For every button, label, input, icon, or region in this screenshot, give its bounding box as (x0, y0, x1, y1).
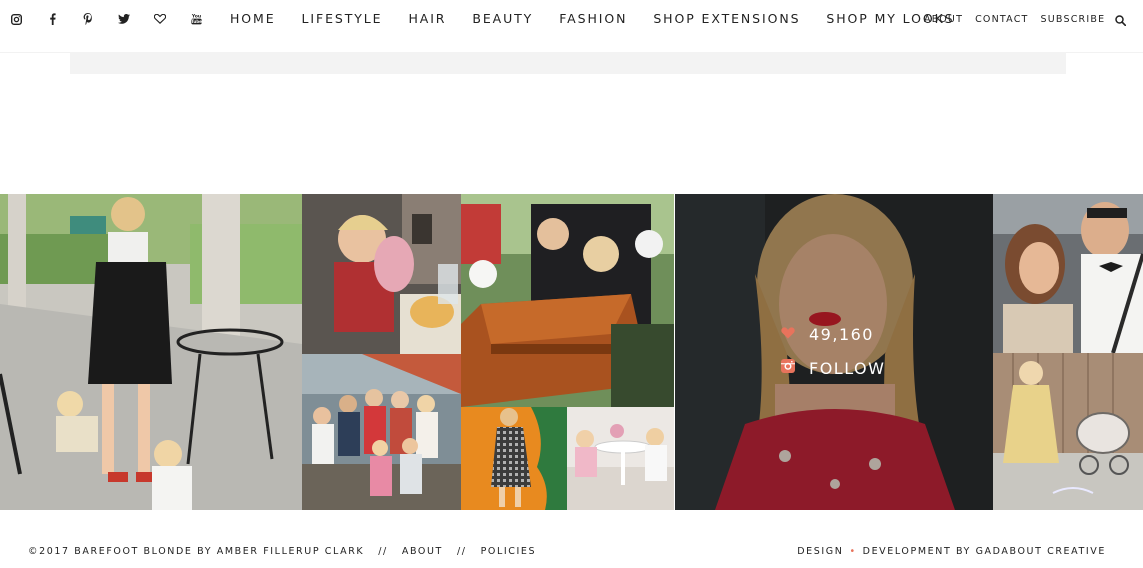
instagram-icon[interactable] (8, 11, 24, 27)
menu-item-fashion[interactable]: FASHION (559, 11, 627, 26)
credit-design: DESIGN (797, 546, 844, 557)
credit-dot: • (849, 546, 857, 557)
menu-item-shop-extensions[interactable]: SHOP EXTENSIONS (653, 11, 800, 26)
youtube-icon[interactable]: You Tube (188, 11, 204, 27)
credit-development: DEVELOPMENT BY GADABOUT CREATIVE (862, 546, 1106, 557)
heart-icon[interactable] (152, 11, 168, 27)
instagram-photo[interactable] (302, 354, 461, 510)
menu-item-home[interactable]: HOME (230, 11, 276, 26)
menu-item-about[interactable]: ABOUT (924, 14, 963, 25)
twitter-icon[interactable] (116, 11, 132, 27)
menu-item-contact[interactable]: CONTACT (975, 14, 1028, 25)
main-menu: HOME LIFESTYLE HAIR BEAUTY FASHION SHOP … (230, 11, 981, 26)
instagram-photo[interactable] (993, 353, 1143, 510)
footer-left: ©2017 BAREFOOT BLONDE BY AMBER FILLERUP … (28, 546, 536, 557)
secondary-menu: ABOUT CONTACT SUBSCRIBE (924, 14, 1117, 25)
footer: ©2017 BAREFOOT BLONDE BY AMBER FILLERUP … (0, 510, 1143, 568)
instagram-photo[interactable] (461, 407, 567, 510)
menu-item-beauty[interactable]: BEAUTY (472, 11, 533, 26)
top-navigation: You Tube HOME LIFESTYLE HAIR BEAUTY FASHI… (0, 0, 1143, 53)
copyright-text: ©2017 BAREFOOT BLONDE BY AMBER FILLERUP … (28, 546, 365, 557)
instagram-photo[interactable] (302, 194, 461, 354)
footer-separator: // (378, 546, 388, 557)
footer-separator: // (456, 546, 467, 557)
instagram-photo[interactable] (993, 194, 1143, 353)
instagram-icon (781, 359, 795, 378)
follow-label: FOLLOW (809, 359, 886, 378)
likes-value: 49,160 (809, 325, 874, 344)
footer-link-policies[interactable]: POLICIES (481, 546, 537, 557)
search-icon[interactable] (1115, 13, 1127, 31)
content-banner (70, 52, 1066, 74)
heart-icon (781, 326, 795, 344)
menu-item-lifestyle[interactable]: LIFESTYLE (302, 11, 383, 26)
instagram-photo[interactable] (461, 194, 674, 407)
follow-button[interactable]: FOLLOW (781, 359, 885, 378)
instagram-overlay: 49,160 FOLLOW (675, 194, 993, 510)
footer-credit[interactable]: DESIGN • DEVELOPMENT BY GADABOUT CREATIV… (797, 546, 1106, 557)
svg-text:Tube: Tube (191, 19, 202, 24)
instagram-photo[interactable] (0, 194, 302, 510)
menu-item-subscribe[interactable]: SUBSCRIBE (1041, 14, 1106, 25)
facebook-icon[interactable] (44, 11, 60, 27)
instagram-photo[interactable] (567, 407, 674, 510)
social-links: You Tube (8, 11, 224, 27)
pinterest-icon[interactable] (80, 11, 96, 27)
menu-item-hair[interactable]: HAIR (408, 11, 446, 26)
likes-count[interactable]: 49,160 (781, 325, 874, 344)
footer-link-about[interactable]: ABOUT (402, 546, 443, 557)
instagram-gallery: 49,160 FOLLOW (0, 194, 1143, 510)
